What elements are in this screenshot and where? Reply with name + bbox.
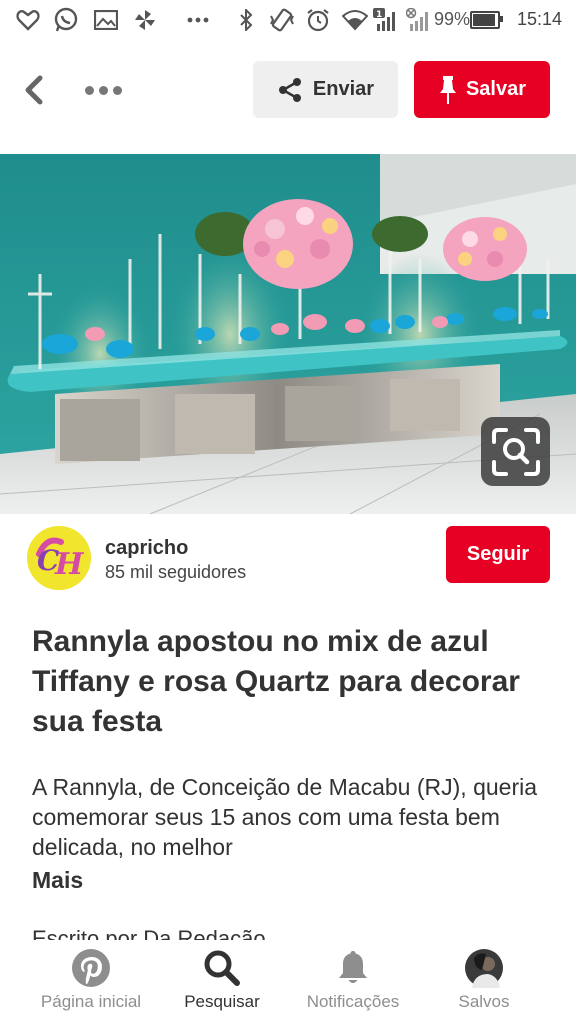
nav-notifications[interactable]: Notificações <box>283 940 423 1024</box>
bell-icon <box>333 948 373 988</box>
heart-outline-icon <box>14 8 42 32</box>
author-followers: 85 mil seguidores <box>105 562 247 582</box>
nav-search-label: Pesquisar <box>184 992 260 1011</box>
status-bar: 1 99% 15:14 <box>0 0 576 40</box>
send-label: Enviar <box>312 78 375 100</box>
alarm-icon <box>304 8 332 32</box>
pinwheel-icon <box>130 8 160 32</box>
more-link[interactable]: Mais <box>32 867 83 894</box>
more-dots-icon <box>185 8 211 32</box>
image-icon <box>92 8 120 32</box>
pin-description: A Rannyla, de Conceição de Macabu (RJ), … <box>32 774 538 860</box>
svg-text:H: H <box>54 547 85 582</box>
chevron-left-icon <box>25 75 43 105</box>
battery-percent: 99% <box>433 9 470 29</box>
visual-search-icon <box>491 427 540 476</box>
pin-title: Rannyla apostou no mix de azul Tiffany e… <box>32 625 520 738</box>
more-dot <box>98 85 108 95</box>
nav-saved[interactable]: Salvos <box>414 940 554 1024</box>
flower-arrangement <box>443 217 527 281</box>
bottom-nav: Página inicial Pesquisar Notificações Sa… <box>0 940 576 1024</box>
pin-byline: Escrito por Da Redação <box>32 926 266 940</box>
battery-icon <box>470 11 503 29</box>
author-name[interactable]: capricho <box>105 537 188 560</box>
more-options-button[interactable] <box>80 76 126 104</box>
back-button[interactable] <box>18 70 54 110</box>
pinterest-logo-icon <box>71 948 111 988</box>
nav-notifications-label: Notificações <box>306 992 400 1011</box>
vibrate-icon <box>268 8 296 32</box>
capricho-logo: C H <box>27 526 91 590</box>
nav-search[interactable]: Pesquisar <box>152 940 292 1024</box>
svg-text:1: 1 <box>376 10 382 20</box>
whatsapp-icon <box>52 7 80 32</box>
send-button[interactable]: Enviar <box>253 61 398 118</box>
share-icon <box>278 77 301 102</box>
flower-arrangement <box>243 199 353 289</box>
clock-time: 15:14 <box>516 9 562 29</box>
profile-avatar-icon <box>464 948 504 988</box>
avatar[interactable]: C H <box>27 526 91 590</box>
nav-home-label: Página inicial <box>40 992 142 1011</box>
search-icon <box>202 948 242 988</box>
save-label: Salvar <box>465 78 527 100</box>
signal-icon: 1 <box>372 8 400 32</box>
nav-saved-label: Salvos <box>458 992 510 1011</box>
more-dot <box>84 85 94 95</box>
battery-level <box>473 14 495 26</box>
nav-home[interactable]: Página inicial <box>21 940 161 1024</box>
bluetooth-icon <box>236 8 256 32</box>
more-dot <box>112 85 122 95</box>
follow-button[interactable]: Seguir <box>446 526 550 583</box>
save-button[interactable]: Salvar <box>414 61 550 118</box>
pin-author: C H capricho 85 mil seguidores Seguir <box>0 520 576 600</box>
wifi-icon <box>340 8 370 32</box>
pushpin-icon <box>439 75 456 104</box>
signal-disabled-icon <box>405 8 433 32</box>
pin-toolbar: Enviar Salvar <box>0 40 576 140</box>
visual-search-button[interactable] <box>481 417 550 486</box>
